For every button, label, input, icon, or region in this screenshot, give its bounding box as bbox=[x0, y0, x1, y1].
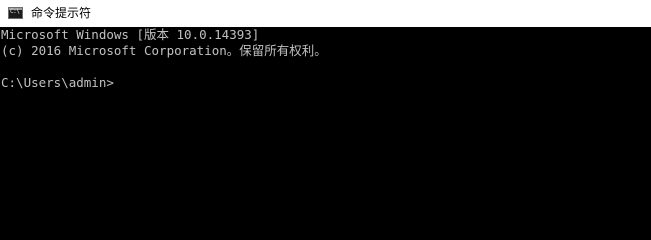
window-title: 命令提示符 bbox=[31, 6, 92, 20]
title-bar[interactable]: C:\ 命令提示符 bbox=[0, 0, 651, 27]
command-prompt-line[interactable]: C:\Users\admin> bbox=[1, 75, 114, 91]
console-area[interactable]: Microsoft Windows [版本 10.0.14393] (c) 20… bbox=[0, 27, 651, 240]
console-line-copyright: (c) 2016 Microsoft Corporation。保留所有权利。 bbox=[1, 43, 327, 58]
cmd-icon[interactable]: C:\ bbox=[8, 7, 23, 19]
command-prompt-window: C:\ 命令提示符 Microsoft Windows [版本 10.0.143… bbox=[0, 0, 651, 240]
cmd-icon-text: C:\ bbox=[10, 8, 20, 15]
console-line-version: Microsoft Windows [版本 10.0.14393] bbox=[1, 27, 260, 42]
